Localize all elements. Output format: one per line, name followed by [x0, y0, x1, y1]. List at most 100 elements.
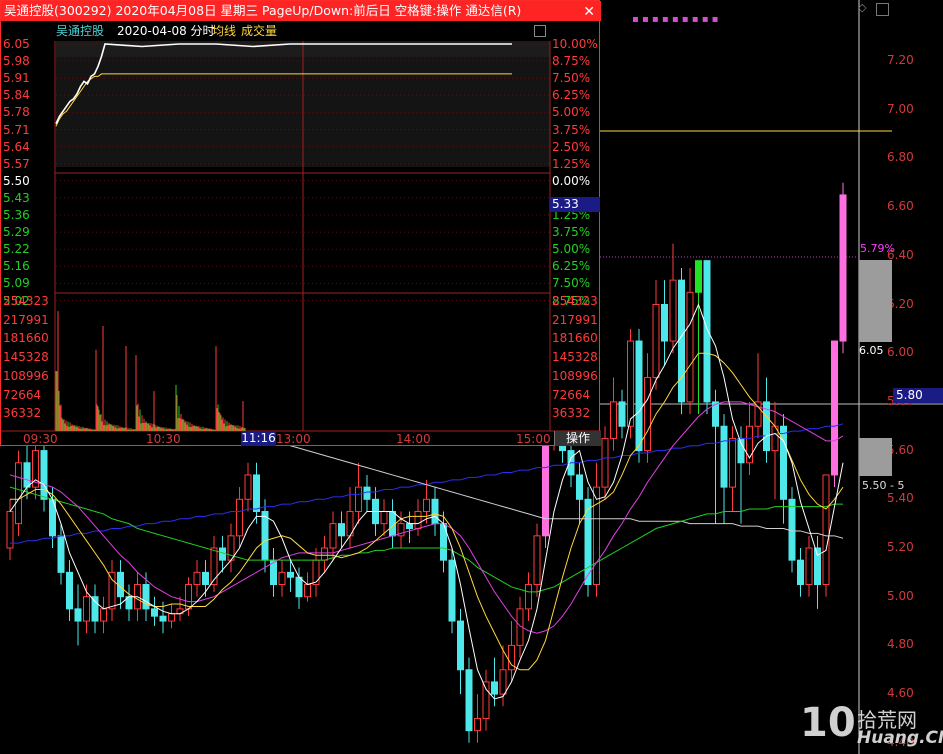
candle[interactable] — [822, 474, 830, 586]
price-axis-label: 5.20 — [887, 540, 914, 554]
candle[interactable] — [168, 613, 175, 622]
candle[interactable] — [423, 498, 430, 512]
volume-axis-label: 145328 — [552, 350, 598, 365]
candle[interactable] — [601, 437, 609, 488]
candle[interactable] — [703, 260, 711, 403]
candle[interactable] — [465, 669, 473, 732]
price-axis-label: 5.40 — [887, 491, 914, 506]
intraday-price-label: 5.16 — [3, 259, 30, 274]
lower-price-tag: 5.50 - 5 — [862, 479, 905, 492]
candle[interactable] — [627, 340, 634, 427]
candle[interactable] — [839, 194, 847, 342]
intraday-price-label: 5.50 — [3, 173, 30, 188]
candle[interactable] — [74, 608, 82, 622]
intraday-price-label: 6.05 — [3, 37, 30, 51]
candle[interactable] — [287, 571, 294, 578]
candle[interactable] — [720, 425, 728, 488]
intraday-price-label: 5.36 — [3, 208, 30, 222]
candle[interactable] — [754, 401, 762, 427]
candle[interactable] — [618, 401, 626, 427]
candle[interactable] — [244, 474, 252, 500]
volume-axis-label: 108996 — [552, 368, 598, 383]
cursor-time-label: 11:16 — [241, 431, 276, 446]
candle[interactable] — [448, 559, 456, 622]
candle[interactable] — [83, 596, 90, 622]
watermark-en-text: Huang.CN — [857, 728, 943, 748]
diamond-icon[interactable]: ◇ — [858, 1, 866, 14]
intraday-chart[interactable] — [1, 1, 601, 447]
candle[interactable] — [304, 584, 311, 598]
candle[interactable] — [661, 304, 668, 342]
candle[interactable] — [185, 584, 192, 610]
window-toggle-icon[interactable] — [876, 3, 889, 16]
candle[interactable] — [193, 571, 201, 586]
candle[interactable] — [329, 523, 337, 549]
candle[interactable] — [644, 377, 651, 452]
time-axis-label: 14:00 — [396, 432, 431, 446]
candle[interactable] — [805, 547, 813, 586]
intraday-pct-label: 1.25% — [552, 156, 591, 171]
candle[interactable] — [695, 260, 702, 293]
candle[interactable] — [295, 576, 303, 598]
candle[interactable] — [414, 510, 422, 530]
candle[interactable] — [610, 401, 617, 439]
candle[interactable] — [474, 717, 481, 732]
candle[interactable] — [23, 462, 31, 488]
candle[interactable] — [15, 462, 22, 525]
candle[interactable] — [159, 615, 167, 622]
candle[interactable] — [6, 510, 14, 549]
candle[interactable] — [236, 498, 243, 537]
cursor-price-label: 5.33 — [550, 197, 600, 212]
candle[interactable] — [457, 620, 464, 671]
intraday-pct-label: 7.50% — [552, 71, 591, 86]
candle[interactable] — [533, 535, 541, 586]
candle[interactable] — [355, 486, 362, 512]
intraday-popup-window[interactable]: 吴通控股(300292) 2020年04月08日 星期三 PageUp/Down… — [0, 0, 601, 447]
candle[interactable] — [219, 547, 226, 561]
candle[interactable] — [66, 571, 73, 610]
candle[interactable] — [652, 304, 660, 379]
candle[interactable] — [142, 584, 150, 610]
candle[interactable] — [312, 559, 320, 586]
operate-button[interactable]: 操作 — [554, 431, 601, 446]
candle[interactable] — [321, 547, 328, 561]
candle[interactable] — [151, 608, 158, 617]
candle[interactable] — [797, 559, 804, 586]
candle[interactable] — [482, 681, 490, 719]
candle[interactable] — [525, 584, 532, 610]
intraday-price-label: 5.71 — [3, 122, 30, 137]
candle[interactable] — [278, 571, 286, 586]
candle[interactable] — [593, 486, 600, 586]
candle[interactable] — [363, 486, 371, 500]
intraday-pct-label: 6.25% — [552, 88, 591, 103]
candle[interactable] — [576, 474, 583, 500]
candle[interactable] — [91, 596, 99, 622]
candle[interactable] — [491, 681, 498, 695]
candle[interactable] — [108, 571, 116, 610]
candle[interactable] — [669, 279, 677, 342]
candle[interactable] — [380, 510, 388, 525]
candle[interactable] — [202, 571, 209, 586]
candle[interactable] — [686, 291, 694, 403]
time-axis-label: 13:00 — [276, 432, 311, 446]
volume-axis-label: 36332 — [552, 406, 591, 421]
candle[interactable] — [788, 498, 796, 561]
candle[interactable] — [831, 340, 838, 476]
candle[interactable] — [100, 608, 107, 622]
candle[interactable] — [406, 523, 413, 530]
candle[interactable] — [40, 450, 48, 500]
candle[interactable] — [338, 523, 345, 537]
time-axis-label: 10:30 — [146, 432, 181, 446]
candle[interactable] — [253, 474, 260, 512]
watermark-number: 10 — [800, 700, 856, 746]
candle[interactable] — [261, 510, 269, 561]
candle[interactable] — [431, 498, 439, 525]
candle[interactable] — [635, 340, 643, 452]
price-axis-label: 7.20 — [887, 53, 914, 67]
intraday-price-label: 5.64 — [3, 139, 30, 154]
candle[interactable] — [57, 535, 65, 573]
candle[interactable] — [729, 437, 736, 488]
candle[interactable] — [499, 669, 507, 695]
candle[interactable] — [678, 279, 685, 403]
candle[interactable] — [814, 547, 821, 586]
